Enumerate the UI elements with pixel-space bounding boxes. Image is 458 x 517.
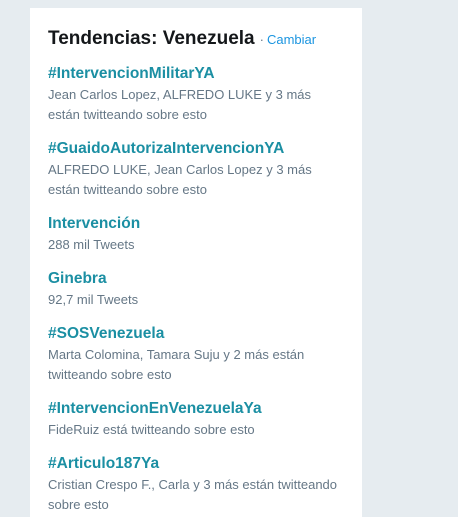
trends-card: Tendencias: Venezuela · Cambiar #Interve… xyxy=(30,8,362,517)
trend-meta: Marta Colomina, Tamara Suju y 2 más está… xyxy=(48,347,305,382)
header-separator: · xyxy=(259,32,264,47)
trend-item[interactable]: #IntervencionMilitarYA Jean Carlos Lopez… xyxy=(48,64,344,125)
trend-meta: 288 mil Tweets xyxy=(48,237,135,252)
change-location-link[interactable]: Cambiar xyxy=(267,32,316,47)
trend-meta: ALFREDO LUKE, Jean Carlos Lopez y 3 más … xyxy=(48,162,312,197)
page-background-rail xyxy=(362,0,458,517)
trend-item[interactable]: Intervención 288 mil Tweets xyxy=(48,214,344,255)
trend-name[interactable]: #IntervencionMilitarYA xyxy=(48,64,344,84)
trend-name[interactable]: #IntervencionEnVenezuelaYa xyxy=(48,399,344,419)
trend-item[interactable]: #IntervencionEnVenezuelaYa FideRuiz está… xyxy=(48,399,344,440)
trend-item[interactable]: Ginebra 92,7 mil Tweets xyxy=(48,269,344,310)
trend-name[interactable]: Ginebra xyxy=(48,269,344,289)
trends-header: Tendencias: Venezuela · Cambiar xyxy=(48,28,344,50)
trend-meta: 92,7 mil Tweets xyxy=(48,292,139,307)
trend-item[interactable]: #SOSVenezuela Marta Colomina, Tamara Suj… xyxy=(48,324,344,385)
trend-item[interactable]: #Articulo187Ya Cristian Crespo F., Carla… xyxy=(48,454,344,515)
trend-meta: Cristian Crespo F., Carla y 3 más están … xyxy=(48,477,338,512)
trend-meta: FideRuiz está twitteando sobre esto xyxy=(48,422,255,437)
trend-item[interactable]: #GuaidoAutorizaIntervencionYA ALFREDO LU… xyxy=(48,139,344,200)
trends-title: Tendencias: Venezuela xyxy=(48,28,255,49)
trend-name[interactable]: #SOSVenezuela xyxy=(48,324,344,344)
trend-name[interactable]: Intervención xyxy=(48,214,344,234)
trend-name[interactable]: #Articulo187Ya xyxy=(48,454,344,474)
trend-meta: Jean Carlos Lopez, ALFREDO LUKE y 3 más … xyxy=(48,87,312,122)
trend-name[interactable]: #GuaidoAutorizaIntervencionYA xyxy=(48,139,344,159)
